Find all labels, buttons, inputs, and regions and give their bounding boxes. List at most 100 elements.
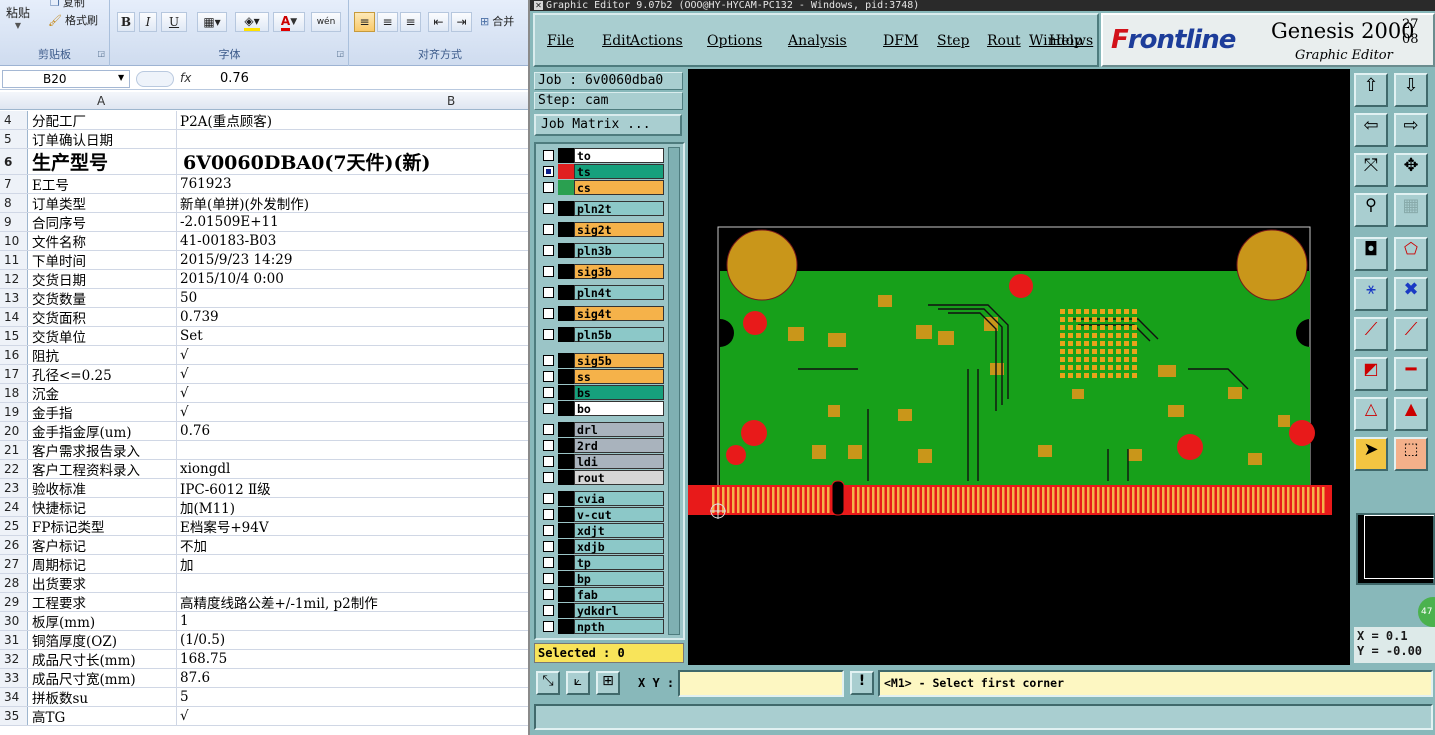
italic-button[interactable]: I	[139, 12, 157, 32]
triangle-tool[interactable]: △	[1354, 397, 1388, 431]
layer-name[interactable]: ydkdrl	[574, 603, 664, 618]
cell-a[interactable]: 快捷标记	[30, 498, 177, 517]
row-number[interactable]: 6	[0, 149, 28, 174]
snap-tool[interactable]: ⚲	[1354, 193, 1388, 227]
row-number[interactable]: 11	[0, 251, 28, 269]
row-number[interactable]: 19	[0, 403, 28, 421]
decrease-indent-button[interactable]: ⇤	[428, 12, 449, 32]
cell-b[interactable]: 6V0060DBA0(7天件)(新)	[178, 149, 528, 174]
alert-button[interactable]: !	[850, 671, 874, 695]
cell-b[interactable]: √	[178, 365, 528, 383]
menu-help[interactable]: Help	[1049, 33, 1083, 49]
align-left-button[interactable]: ≡	[354, 12, 375, 32]
pad-tool[interactable]: ◩	[1354, 357, 1388, 391]
zoom-box-button[interactable]: ⤡	[536, 671, 560, 695]
row-number[interactable]: 32	[0, 650, 28, 668]
layer-row[interactable]: pln3b	[539, 243, 664, 258]
layer-name[interactable]: v-cut	[574, 507, 664, 522]
row-number[interactable]: 17	[0, 365, 28, 383]
polygon-tool[interactable]: ⬠	[1394, 237, 1428, 271]
cell-b[interactable]: √	[178, 346, 528, 364]
layer-row[interactable]: sig5b	[539, 353, 664, 368]
layer-checkbox[interactable]	[543, 355, 554, 366]
cell-a[interactable]: 订单确认日期	[30, 130, 177, 149]
layer-name[interactable]: ldi	[574, 454, 664, 469]
insert-function-icon[interactable]: fx	[180, 71, 191, 85]
layer-row[interactable]: cvia	[539, 491, 664, 506]
layer-row[interactable]: v-cut	[539, 507, 664, 522]
row-number[interactable]: 18	[0, 384, 28, 402]
layer-checkbox[interactable]	[543, 387, 554, 398]
cell-b[interactable]: 87.6	[178, 669, 528, 687]
layer-scrollbar[interactable]	[668, 147, 680, 635]
cell-b[interactable]: √	[178, 403, 528, 421]
layer-row[interactable]: npth	[539, 619, 664, 634]
cell-a[interactable]: 工程要求	[30, 593, 177, 612]
layer-row[interactable]: rout	[539, 470, 664, 485]
merge-button[interactable]: ⊞ 合并	[480, 13, 514, 29]
pan-up-tool[interactable]: ⇧	[1354, 73, 1388, 107]
layer-name[interactable]: pln5b	[574, 327, 664, 342]
cell-a[interactable]: 文件名称	[30, 232, 177, 251]
layer-checkbox[interactable]	[543, 605, 554, 616]
formula-bar-grip-icon[interactable]	[136, 71, 174, 87]
select-tool[interactable]: ➤	[1354, 437, 1388, 471]
zoom-center-tool[interactable]: ✥	[1394, 153, 1428, 187]
layer-checkbox[interactable]	[543, 203, 554, 214]
dialog-launcher-icon[interactable]: ◲	[97, 49, 105, 58]
layer-name[interactable]: pln2t	[574, 201, 664, 216]
cell-a[interactable]: E工号	[30, 175, 177, 194]
cell-a[interactable]: 金手指金厚(um)	[30, 422, 177, 441]
triangle-alt-tool[interactable]: ▲	[1394, 397, 1428, 431]
layer-name[interactable]: xdjb	[574, 539, 664, 554]
select-box-tool[interactable]: ⬚	[1394, 437, 1428, 471]
row-number[interactable]: 20	[0, 422, 28, 440]
row-number[interactable]: 15	[0, 327, 28, 345]
row-number[interactable]: 31	[0, 631, 28, 649]
layer-name[interactable]: bo	[574, 401, 664, 416]
row-number[interactable]: 33	[0, 669, 28, 687]
cell-b[interactable]: Set	[178, 327, 528, 345]
cell-b[interactable]: 不加	[178, 536, 528, 555]
cell-a[interactable]: FP标记类型	[30, 517, 177, 536]
pan-left-tool[interactable]: ⇦	[1354, 113, 1388, 147]
row-number[interactable]: 30	[0, 612, 28, 630]
row-number[interactable]: 23	[0, 479, 28, 497]
layer-checkbox[interactable]	[543, 266, 554, 277]
name-box[interactable]: B20	[2, 70, 130, 88]
layer-name[interactable]: bp	[574, 571, 664, 586]
row-number[interactable]: 24	[0, 498, 28, 516]
layer-checkbox[interactable]	[543, 541, 554, 552]
cell-b[interactable]: 761923	[178, 175, 528, 193]
layer-row[interactable]: bo	[539, 401, 664, 416]
row-number[interactable]: 16	[0, 346, 28, 364]
bold-button[interactable]: B	[117, 12, 135, 32]
cell-a[interactable]: 验收标准	[30, 479, 177, 498]
layer-name[interactable]: drl	[574, 422, 664, 437]
pan-down-tool[interactable]: ⇩	[1394, 73, 1428, 107]
layer-name[interactable]: npth	[574, 619, 664, 634]
row-number[interactable]: 34	[0, 688, 28, 706]
row-number[interactable]: 10	[0, 232, 28, 250]
cell-a[interactable]: 出货要求	[30, 574, 177, 593]
layer-checkbox[interactable]	[543, 424, 554, 435]
row-number[interactable]: 27	[0, 555, 28, 573]
layer-name[interactable]: 2rd	[574, 438, 664, 453]
cell-b[interactable]: 1	[178, 612, 528, 630]
pan-right-tool[interactable]: ⇨	[1394, 113, 1428, 147]
line-tool[interactable]: ⟋	[1354, 317, 1388, 351]
layer-row[interactable]: xdjt	[539, 523, 664, 538]
cell-b[interactable]: (1/0.5)	[178, 631, 528, 649]
layer-checkbox[interactable]	[543, 371, 554, 382]
font-color-button[interactable]: A ▼	[273, 12, 305, 32]
layer-row[interactable]: tp	[539, 555, 664, 570]
layer-row[interactable]: fab	[539, 587, 664, 602]
minimap[interactable]	[1356, 513, 1435, 585]
grid-tool[interactable]: ▦	[1394, 193, 1428, 227]
layer-checkbox[interactable]	[543, 440, 554, 451]
layer-checkbox[interactable]	[543, 573, 554, 584]
paste-button[interactable]: 粘贴 ▼	[6, 4, 30, 30]
layer-checkbox[interactable]	[543, 621, 554, 632]
cell-a[interactable]: 沉金	[30, 384, 177, 403]
layer-checkbox[interactable]	[543, 166, 554, 177]
